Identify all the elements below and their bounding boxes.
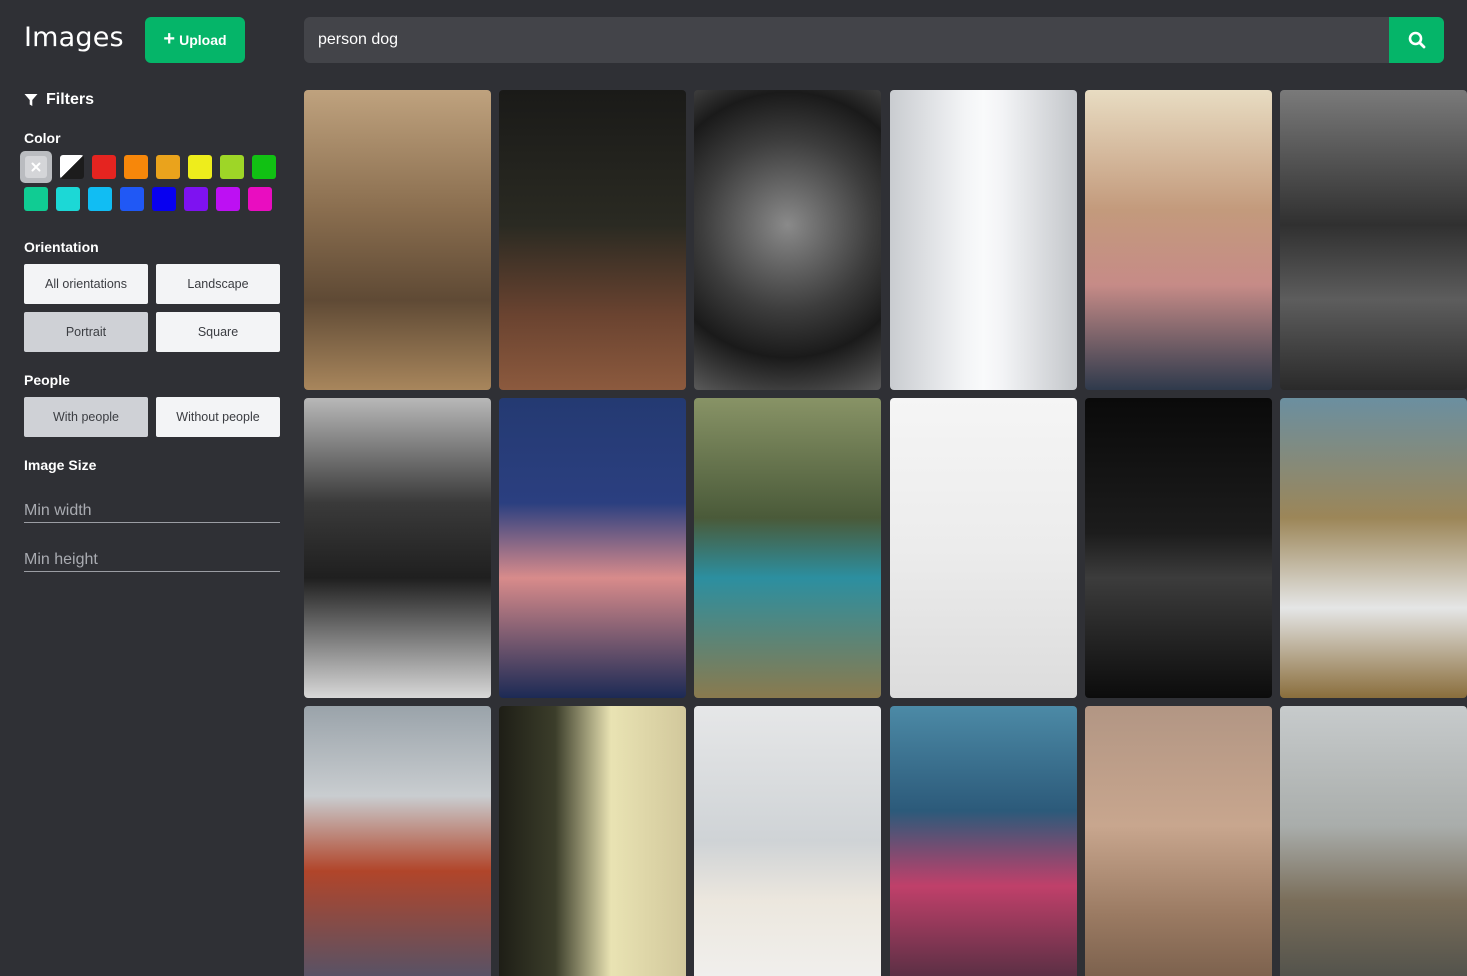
swatch-violet[interactable] [184, 187, 208, 211]
filters-heading: Filters [24, 91, 94, 109]
orientation-portrait-button[interactable]: Portrait [24, 312, 148, 352]
filter-icon [24, 94, 38, 106]
result-image-woman-white-shirt-wheat-field[interactable] [1280, 398, 1467, 698]
result-image-woman-with-husky-in-desert[interactable] [304, 90, 491, 390]
orientation-options: All orientations Landscape Portrait Squa… [24, 264, 280, 352]
swatch-red[interactable] [92, 155, 116, 179]
swatch-lime[interactable] [220, 155, 244, 179]
color-section-title: Color [24, 130, 61, 146]
swatch-blue[interactable] [120, 187, 144, 211]
search-button[interactable] [1389, 17, 1444, 63]
upload-label: Upload [179, 32, 227, 48]
filters-title: Filters [46, 91, 95, 108]
swatch-magenta[interactable] [248, 187, 272, 211]
result-image-woman-red-jacket-kick[interactable] [304, 706, 491, 976]
result-image-laptop-coffee-phone-flatlay[interactable] [890, 398, 1077, 698]
result-image-bw-man-sitting-on-chair[interactable] [304, 398, 491, 698]
orientation-landscape-button[interactable]: Landscape [156, 264, 280, 304]
min-height-input[interactable] [24, 551, 280, 572]
orientation-all-button[interactable]: All orientations [24, 264, 148, 304]
without-people-button[interactable]: Without people [156, 397, 280, 437]
result-image-woman-red-laser-portrait[interactable] [890, 706, 1077, 976]
result-image-surfer-on-beach-sunset[interactable] [1085, 706, 1272, 976]
result-image-person-walking-dog-city-night[interactable] [499, 90, 686, 390]
app-logo[interactable]: Images [24, 22, 124, 53]
swatch-turquoise[interactable] [56, 187, 80, 211]
search-icon [1408, 31, 1425, 49]
result-image-woman-sitting-window-bench[interactable] [694, 706, 881, 976]
search-bar [304, 17, 1444, 63]
result-image-woman-in-cinema-with-popcorn[interactable] [499, 398, 686, 698]
result-image-bw-portrait-curly-hair[interactable] [694, 90, 881, 390]
swatch-amber[interactable] [156, 155, 180, 179]
close-icon [31, 162, 41, 172]
result-image-woman-beige-coat-wall[interactable] [499, 706, 686, 976]
color-swatches [20, 151, 284, 219]
people-options: With people Without people [24, 397, 280, 437]
image-size-section-title: Image Size [24, 457, 97, 473]
orientation-section-title: Orientation [24, 239, 99, 255]
result-image-woman-tie-dye-shirt-field[interactable] [694, 398, 881, 698]
swatch-black-white[interactable] [60, 155, 84, 179]
orientation-square-button[interactable]: Square [156, 312, 280, 352]
min-width-input[interactable] [24, 502, 280, 523]
result-image-two-women-hugging[interactable] [1085, 90, 1272, 390]
result-image-woman-beanie-field[interactable] [1280, 706, 1467, 976]
search-input[interactable] [304, 17, 1389, 63]
swatch-navy[interactable] [152, 187, 176, 211]
swatch-yellow[interactable] [188, 155, 212, 179]
people-section-title: People [24, 372, 70, 388]
swatch-green[interactable] [252, 155, 276, 179]
plus-icon: + [163, 28, 176, 50]
result-image-bw-woman-city-buildings[interactable] [1280, 90, 1467, 390]
swatch-teal[interactable] [24, 187, 48, 211]
with-people-button[interactable]: With people [24, 397, 148, 437]
app-root: Images + Upload Filters Color Orientatio… [0, 0, 1467, 976]
swatch-purple[interactable] [216, 187, 240, 211]
swatch-orange[interactable] [124, 155, 148, 179]
result-image-dark-silhouette-doorway[interactable] [1085, 398, 1272, 698]
result-image-white-ribbed-architecture[interactable] [890, 90, 1077, 390]
swatch-sky[interactable] [88, 187, 112, 211]
swatch-any[interactable] [20, 151, 52, 183]
upload-button[interactable]: + Upload [145, 17, 245, 63]
